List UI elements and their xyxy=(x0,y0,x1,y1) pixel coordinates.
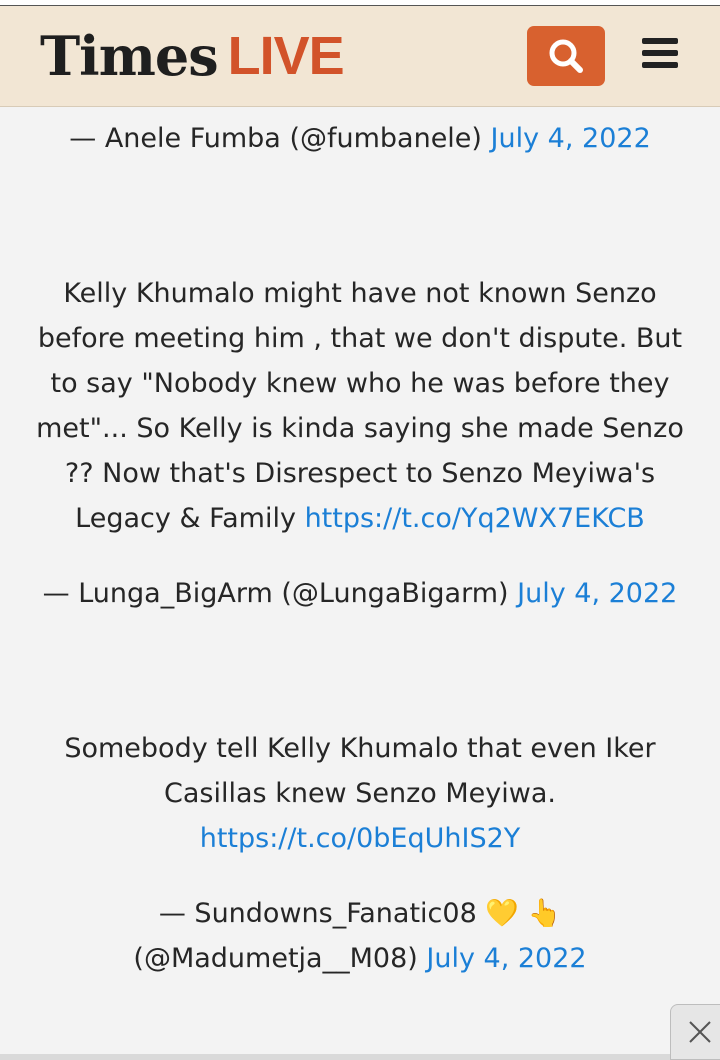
tweet-text-line: https://t.co/0bEqUhIS2Y xyxy=(0,816,720,861)
tweet-attribution: — Lunga_BigArm (@LungaBigarm) July 4, 20… xyxy=(0,571,720,616)
tweet-link[interactable]: https://t.co/Yq2WX7EKCB xyxy=(305,503,645,534)
logo-live-text: LIVE xyxy=(227,26,345,86)
tweet-text-line: Legacy & Family https://t.co/Yq2WX7EKCB xyxy=(0,496,720,541)
tweet-text-line: met"... So Kelly is kinda saying she mad… xyxy=(36,413,684,444)
hamburger-menu-icon xyxy=(642,38,678,44)
tweet-text-line: ?? Now that's Disrespect to Senzo Meyiwa… xyxy=(64,458,656,489)
hamburger-menu-button[interactable] xyxy=(642,38,682,74)
search-button[interactable] xyxy=(527,26,605,86)
search-icon xyxy=(549,39,583,73)
tweet-link[interactable]: https://t.co/0bEqUhIS2Y xyxy=(200,823,521,854)
tweet-attribution: — Sundowns_Fanatic08 💛 👆 xyxy=(158,898,562,929)
tweet-date-link[interactable]: July 4, 2022 xyxy=(491,123,651,154)
tweet-attribution: — Anele Fumba (@fumbanele) July 4, 2022 xyxy=(0,116,720,161)
bottom-ad-bar xyxy=(0,1054,670,1060)
logo-times-text: Times xyxy=(40,24,219,88)
tweet-text-line: Casillas knew Senzo Meyiwa. xyxy=(164,778,556,809)
timeslive-logo[interactable]: Times LIVE xyxy=(40,24,345,88)
tweet-date-link[interactable]: July 4, 2022 xyxy=(517,578,677,609)
tweet-attribution: (@Madumetja__M08) July 4, 2022 xyxy=(0,936,720,981)
tweet-author: — Lunga_BigArm (@LungaBigarm) xyxy=(42,578,509,609)
close-ad-button[interactable] xyxy=(670,1004,720,1060)
tweet-author: — Anele Fumba (@fumbanele) xyxy=(69,123,482,154)
tweet-author: (@Madumetja__M08) xyxy=(133,943,418,974)
tweet-text-line: before meeting him , that we don't dispu… xyxy=(37,323,683,354)
tweet-text-line: Somebody tell Kelly Khumalo that even Ik… xyxy=(64,733,656,764)
tweet-date-link[interactable]: July 4, 2022 xyxy=(426,943,586,974)
close-icon xyxy=(689,1021,711,1043)
site-header: Times LIVE xyxy=(0,6,720,107)
tweet-text-line: Kelly Khumalo might have not known Senzo xyxy=(63,278,657,309)
tweet-text-line: to say "Nobody knew who he was before th… xyxy=(50,368,670,399)
tweet-text: Legacy & Family xyxy=(75,503,296,534)
